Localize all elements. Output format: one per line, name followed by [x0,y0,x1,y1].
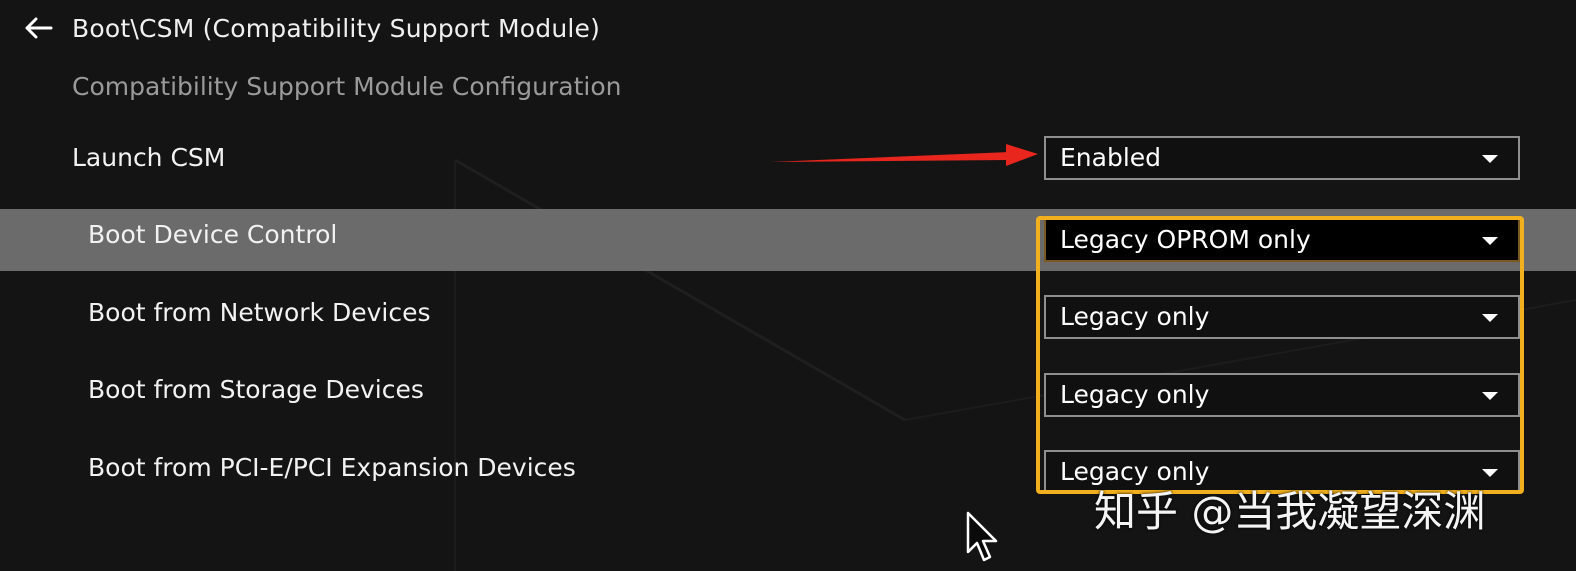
setting-row-storage-devices[interactable]: Boot from Storage Devices Legacy only [0,364,1576,426]
setting-row-boot-device-control[interactable]: Boot Device Control Legacy OPROM only [0,209,1576,271]
breadcrumb: Boot\CSM (Compatibility Support Module) [72,13,601,43]
dropdown-value: Legacy only [1060,380,1210,409]
annotation-arrow [770,144,1038,166]
setting-label: Boot Device Control [88,220,338,249]
caret-down-icon [1482,392,1498,400]
setting-label: Boot from Storage Devices [88,375,424,404]
network-devices-dropdown[interactable]: Legacy only [1044,295,1520,339]
watermark: 知乎 @当我凝望深渊 [1094,487,1486,536]
caret-down-icon [1482,237,1498,245]
boot-device-control-dropdown[interactable]: Legacy OPROM only [1044,218,1520,262]
dropdown-value: Legacy only [1060,302,1210,331]
caret-down-icon [1482,469,1498,477]
setting-label: Boot from Network Devices [88,298,431,327]
section-title: Compatibility Support Module Configurati… [72,72,622,101]
caret-down-icon [1482,314,1498,322]
arrow-left-icon[interactable] [20,10,56,46]
dropdown-value: Enabled [1060,143,1162,172]
setting-row-network-devices[interactable]: Boot from Network Devices Legacy only [0,287,1576,349]
setting-label: Boot from PCI-E/PCI Expansion Devices [88,453,576,482]
setting-label: Launch CSM [72,143,226,172]
launch-csm-dropdown[interactable]: Enabled [1044,136,1520,180]
dropdown-value: Legacy OPROM only [1060,225,1311,254]
mouse-cursor-icon [966,511,998,562]
storage-devices-dropdown[interactable]: Legacy only [1044,373,1520,417]
caret-down-icon [1482,155,1498,163]
header: Boot\CSM (Compatibility Support Module) [20,8,600,48]
